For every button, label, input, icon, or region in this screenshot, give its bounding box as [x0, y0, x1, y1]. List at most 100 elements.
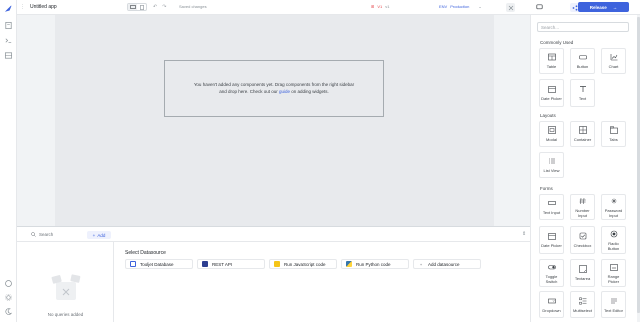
comments-toggle-icon[interactable]: [535, 3, 544, 12]
expand-panel-icon[interactable]: ⇕: [522, 231, 526, 237]
widget-label: Text Editor: [604, 307, 623, 313]
chevron-down-icon: ⌄: [478, 4, 482, 9]
widget-label: Number Input: [575, 207, 590, 218]
chart-icon: [610, 54, 617, 61]
query-search[interactable]: Search: [31, 232, 53, 237]
datasource-rest-api[interactable]: REST API: [197, 259, 265, 269]
environment-selector[interactable]: ENV Production ⌄: [439, 4, 482, 9]
radio-icon: [610, 230, 617, 237]
widget-number-input[interactable]: Number Input: [570, 194, 595, 220]
list-view-icon: [548, 158, 555, 164]
widget-label: Date Picker: [541, 243, 562, 248]
datasource-tooljet-db[interactable]: Tooljet Database: [125, 259, 193, 269]
widget-label: Radio Button: [607, 240, 620, 251]
widget-table[interactable]: Table: [539, 48, 564, 74]
widget-toggle-switch[interactable]: Toggle Switch: [539, 259, 564, 287]
mobile-icon[interactable]: [137, 4, 146, 10]
toggle-icon: [547, 264, 556, 269]
component-search-input[interactable]: Search...: [537, 22, 629, 32]
undo-icon[interactable]: ↶: [153, 4, 157, 10]
datasource-label: Run Python code: [356, 261, 391, 267]
env-value: Production: [450, 4, 470, 9]
no-queries-illustration: [51, 274, 81, 300]
widget-checkbox[interactable]: Checkbox: [570, 226, 595, 254]
empty-canvas-message: You haven't added any components yet. Dr…: [164, 60, 384, 117]
widget-chart[interactable]: Chart: [601, 48, 626, 74]
widget-multiselect[interactable]: Multiselect: [570, 291, 595, 318]
canvas[interactable]: [55, 15, 494, 226]
desktop-icon[interactable]: [128, 4, 137, 10]
add-query-button[interactable]: + Add: [87, 231, 111, 239]
textarea-icon: [578, 265, 587, 273]
widget-password-input[interactable]: Password Input: [601, 194, 626, 220]
tooljet-logo-icon[interactable]: [4, 4, 13, 13]
version-marker: v1: [385, 4, 390, 9]
left-rail: [0, 0, 17, 322]
widget-button[interactable]: Button: [570, 48, 595, 74]
pages-icon[interactable]: [4, 21, 13, 30]
widget-dropdown[interactable]: Dropdown: [539, 291, 564, 318]
datasource-javascript[interactable]: Run JavaScript code: [269, 259, 337, 269]
release-button[interactable]: Release →: [578, 2, 629, 12]
widget-date-picker[interactable]: Date Picker: [539, 79, 564, 107]
widget-date-picker-form[interactable]: Date Picker: [539, 226, 564, 254]
dropdown-icon: [547, 298, 556, 303]
datasource-label: Add datasource: [428, 261, 460, 267]
env-label: ENV: [439, 4, 448, 9]
container-icon: [578, 126, 587, 134]
checkbox-icon: [579, 232, 586, 240]
empty-message-line2: and drop here. Check out our guide on ad…: [219, 89, 329, 96]
guide-link[interactable]: guide: [279, 89, 290, 94]
dark-mode-moon-icon[interactable]: [4, 307, 13, 316]
section-commonly-used: Commonly Used: [540, 40, 574, 45]
widget-label: Password Input: [604, 207, 623, 218]
search-icon: [31, 232, 36, 237]
app-name[interactable]: Untitled app: [30, 4, 57, 10]
add-datasource-button[interactable]: + Add datasource: [413, 259, 481, 269]
python-icon: [346, 261, 352, 267]
widget-container[interactable]: Container: [570, 121, 595, 147]
widget-label: Range Picker: [607, 273, 620, 284]
top-bar: ⋮ Untitled app ↶ ↷ Saved changes ⊞ V1 v1…: [17, 0, 640, 15]
text-input-icon: [547, 201, 556, 205]
no-queries-label: No queries added: [47, 312, 84, 317]
widget-list-view[interactable]: List View: [539, 152, 564, 178]
modal-icon: [547, 126, 556, 134]
widget-text[interactable]: Text: [570, 79, 595, 107]
widget-radio-button[interactable]: Radio Button: [601, 226, 626, 254]
redo-icon[interactable]: ↷: [162, 4, 166, 10]
range-picker-icon: [609, 263, 618, 271]
widget-label: Container: [573, 137, 592, 142]
widget-text-input[interactable]: Text Input: [539, 194, 564, 220]
comments-icon[interactable]: [4, 279, 13, 288]
plus-icon: +: [419, 261, 423, 267]
datasource-label: REST API: [212, 261, 233, 267]
widget-tabs[interactable]: Tabs: [601, 121, 626, 147]
widget-range-picker[interactable]: Range Picker: [601, 259, 626, 287]
widget-label: Table: [546, 64, 557, 69]
inspector-icon[interactable]: [4, 36, 13, 45]
tabs-icon: [609, 126, 618, 134]
widget-label: Date Picker: [541, 96, 562, 101]
widget-label: Text Input: [542, 210, 561, 215]
menu-dots-icon[interactable]: ⋮: [20, 4, 25, 10]
device-toggle[interactable]: [127, 3, 147, 11]
widget-label: Modal: [546, 137, 557, 142]
widget-textarea[interactable]: Textarea: [570, 259, 595, 287]
widget-label: Toggle Switch: [545, 273, 558, 284]
settings-gear-icon[interactable]: [4, 293, 13, 302]
text-editor-icon: [610, 298, 617, 303]
collapse-panel-icon[interactable]: [506, 3, 515, 12]
database-icon[interactable]: [4, 51, 13, 60]
widget-modal[interactable]: Modal: [539, 121, 564, 147]
datasource-python[interactable]: Run Python code: [341, 259, 409, 269]
widget-label: Dropdown: [542, 307, 561, 313]
empty-message-text: and drop here. Check out our: [219, 88, 279, 94]
text-icon: [579, 86, 586, 92]
version-selector[interactable]: ⊞ V1 v1: [371, 4, 390, 9]
widget-text-editor[interactable]: Text Editor: [601, 291, 626, 318]
saved-status: Saved changes: [179, 4, 207, 9]
query-search-placeholder: Search: [39, 232, 54, 237]
section-forms: Forms: [540, 186, 553, 191]
section-layouts: Layouts: [540, 113, 556, 118]
